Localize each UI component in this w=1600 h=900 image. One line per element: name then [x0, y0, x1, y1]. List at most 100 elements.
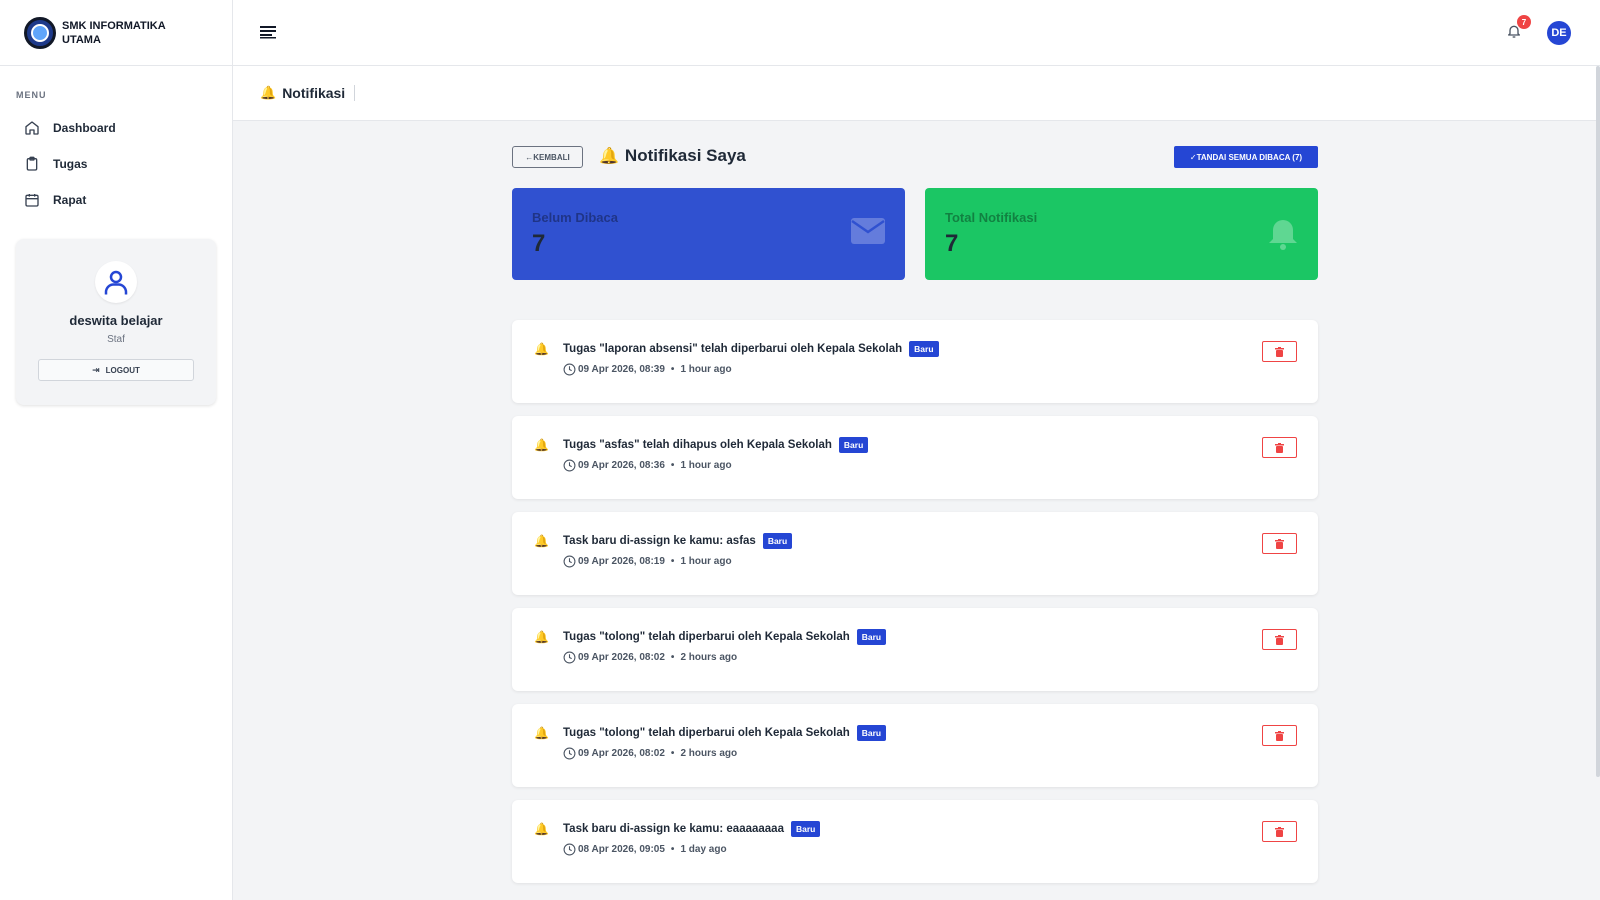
delete-button[interactable] — [1262, 533, 1297, 554]
trash-icon — [1275, 538, 1284, 549]
new-badge: Baru — [856, 629, 887, 645]
trash-icon — [1275, 826, 1284, 837]
trash-icon — [1275, 634, 1284, 645]
notification-date: 09 Apr 2026, 08:19 — [578, 556, 665, 567]
notification-text: Tugas "tolong" telah diperbarui oleh Kep… — [563, 727, 850, 739]
main-content: ←KEMBALI 🔔 Notifikasi Saya ✓TANDAI SEMUA… — [512, 146, 1318, 883]
menu-toggle-button[interactable] — [260, 25, 278, 44]
clock-icon — [563, 651, 576, 664]
logout-label: LOGOUT — [105, 365, 140, 375]
new-badge: Baru — [856, 725, 887, 741]
notification-text: Task baru di-assign ke kamu: asfas — [563, 535, 756, 547]
profile-name: deswita belajar — [69, 313, 163, 328]
notification-ago: 1 day ago — [680, 844, 727, 855]
sidebar-item-label: Dashboard — [53, 121, 116, 135]
notification-date: 09 Apr 2026, 08:39 — [578, 364, 665, 375]
menu-title: MENU — [16, 90, 47, 100]
page-header: 🔔 Notifikasi — [233, 66, 1600, 121]
separator-dot: • — [670, 460, 675, 471]
notification-meta: 09 Apr 2026, 08:02 • 2 hours ago — [563, 747, 737, 760]
sidebar-item-label: Rapat — [53, 193, 87, 207]
bell-emoji-icon: 🔔 — [599, 148, 619, 165]
bell-emoji-icon: 🔔 — [260, 85, 277, 100]
bell-emoji-icon: 🔔 — [534, 822, 549, 836]
new-badge: Baru — [838, 437, 869, 453]
sidebar-item-tugas[interactable]: Tugas — [0, 146, 232, 182]
notification-ago: 1 hour ago — [680, 364, 732, 375]
notification-meta: 09 Apr 2026, 08:19 • 1 hour ago — [563, 555, 732, 568]
notification-text: Tugas "tolong" telah diperbarui oleh Kep… — [563, 631, 850, 643]
brand[interactable]: SMK INFORMATIKA UTAMA — [0, 0, 232, 66]
notification-text: Task baru di-assign ke kamu: eaaaaaaaa — [563, 823, 784, 835]
profile-role: Staf — [107, 334, 125, 345]
notification-date: 09 Apr 2026, 08:02 — [578, 748, 665, 759]
notification-ago: 2 hours ago — [680, 748, 738, 759]
notification-meta: 09 Apr 2026, 08:36 • 1 hour ago — [563, 459, 732, 472]
delete-button[interactable] — [1262, 437, 1297, 458]
stat-label: Total Notifikasi — [945, 210, 1038, 225]
notification-item[interactable]: 🔔 Task baru di-assign ke kamu: asfas Bar… — [512, 512, 1318, 595]
bell-emoji-icon: 🔔 — [534, 726, 549, 740]
sidebar-item-label: Tugas — [53, 157, 88, 171]
notification-ago: 1 hour ago — [680, 556, 732, 567]
stat-value: 7 — [945, 230, 959, 257]
logout-button[interactable]: ⇥ LOGOUT — [38, 359, 194, 381]
separator-dot: • — [670, 652, 675, 663]
sidebar-item-rapat[interactable]: Rapat — [0, 182, 232, 218]
notification-date: 08 Apr 2026, 09:05 — [578, 844, 665, 855]
notification-list: 🔔 Tugas "laporan absensi" telah diperbar… — [512, 320, 1318, 896]
mark-all-read-button[interactable]: ✓TANDAI SEMUA DIBACA (7) — [1174, 146, 1318, 168]
notification-meta: 09 Apr 2026, 08:39 • 1 hour ago — [563, 363, 732, 376]
bell-emoji-icon: 🔔 — [534, 438, 549, 452]
delete-button[interactable] — [1262, 341, 1297, 362]
delete-button[interactable] — [1262, 629, 1297, 650]
clock-icon — [563, 459, 576, 472]
notification-item[interactable]: 🔔 Tugas "laporan absensi" telah diperbar… — [512, 320, 1318, 403]
separator-dot: • — [670, 748, 675, 759]
notification-item[interactable]: 🔔 Task baru di-assign ke kamu: eaaaaaaaa… — [512, 800, 1318, 883]
separator-dot: • — [670, 364, 675, 375]
user-avatar-button[interactable]: DE — [1547, 21, 1571, 45]
clock-icon — [563, 747, 576, 760]
notification-text: Tugas "asfas" telah dihapus oleh Kepala … — [563, 439, 832, 451]
stat-label: Belum Dibaca — [532, 210, 618, 225]
page-title: Notifikasi — [282, 85, 356, 101]
sidebar-item-dashboard[interactable]: Dashboard — [0, 110, 232, 146]
clock-icon — [563, 555, 576, 568]
avatar — [95, 261, 137, 303]
notification-ago: 1 hour ago — [680, 460, 732, 471]
notification-text: Tugas "laporan absensi" telah diperbarui… — [563, 343, 903, 355]
notification-meta: 09 Apr 2026, 08:02 • 2 hours ago — [563, 651, 737, 664]
delete-button[interactable] — [1262, 821, 1297, 842]
hamburger-icon — [260, 26, 276, 39]
logout-icon: ⇥ — [92, 364, 100, 375]
notification-date: 09 Apr 2026, 08:02 — [578, 652, 665, 663]
toolbar: ←KEMBALI 🔔 Notifikasi Saya ✓TANDAI SEMUA… — [512, 146, 1318, 170]
clipboard-icon — [26, 156, 38, 171]
sidebar-menu: Dashboard Tugas Rapat — [0, 110, 232, 218]
notification-ago: 2 hours ago — [680, 652, 738, 663]
clock-icon — [563, 363, 576, 376]
topbar: 7 DE — [233, 0, 1600, 66]
trash-icon — [1275, 346, 1284, 357]
notification-item[interactable]: 🔔 Tugas "tolong" telah diperbarui oleh K… — [512, 704, 1318, 787]
notification-bell-button[interactable]: 7 — [1506, 15, 1531, 45]
stats-row: Belum Dibaca 7 Total Notifikasi 7 — [512, 188, 1318, 280]
bell-emoji-icon: 🔔 — [534, 534, 549, 548]
scrollbar[interactable] — [1596, 66, 1600, 777]
home-icon — [25, 121, 39, 135]
notification-item[interactable]: 🔔 Tugas "asfas" telah dihapus oleh Kepal… — [512, 416, 1318, 499]
user-icon — [104, 270, 128, 295]
notification-date: 09 Apr 2026, 08:36 — [578, 460, 665, 471]
trash-icon — [1275, 730, 1284, 741]
main-title: 🔔 Notifikasi Saya — [599, 146, 746, 166]
new-badge: Baru — [762, 533, 793, 549]
back-button[interactable]: ←KEMBALI — [512, 146, 583, 168]
calendar-icon — [25, 194, 39, 207]
stat-value: 7 — [532, 230, 546, 257]
notification-meta: 08 Apr 2026, 09:05 • 1 day ago — [563, 843, 727, 856]
sidebar: SMK INFORMATIKA UTAMA MENU Dashboard Tug… — [0, 0, 233, 900]
notification-item[interactable]: 🔔 Tugas "tolong" telah diperbarui oleh K… — [512, 608, 1318, 691]
stat-card-unread: Belum Dibaca 7 — [512, 188, 905, 280]
delete-button[interactable] — [1262, 725, 1297, 746]
